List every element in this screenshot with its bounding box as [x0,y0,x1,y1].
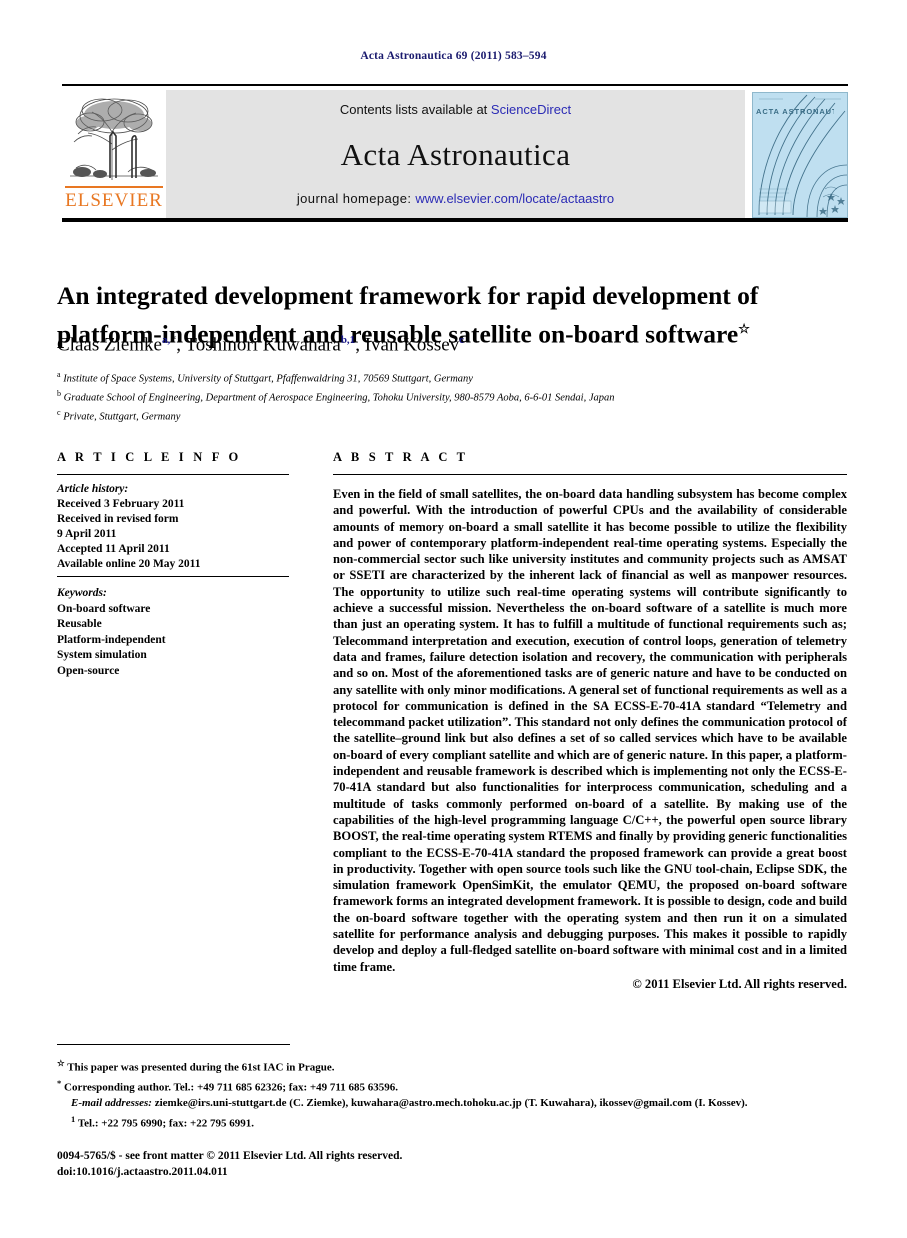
keyword-item: Open-source [57,664,120,677]
masthead-bottom-rule [62,218,848,222]
footnotes-block: ☆ This paper was presented during the 61… [57,1056,847,1132]
author-name: Ivan Kossev [364,334,460,356]
keyword-item: Reusable [57,618,102,630]
affiliation-marker: a [57,370,61,379]
abstract-copyright: © 2011 Elsevier Ltd. All rights reserved… [632,976,847,991]
author-affiliation-marker: a, [162,334,171,346]
history-item: Received in revised form [57,513,179,525]
article-history-block: Article history: Received 3 February 201… [57,482,289,572]
article-history-rule [57,576,289,577]
history-item: Accepted 11 April 2011 [57,543,170,555]
footnote-note-1: 1 Tel.: +22 795 6990; fax: +22 795 6991. [57,1112,847,1132]
elsevier-wordmark: ELSEVIER [65,190,163,211]
doi-line[interactable]: doi:10.1016/j.actaastro.2011.04.011 [57,1164,657,1180]
history-item: 9 April 2011 [57,528,117,540]
corresponding-author-marker[interactable]: * [170,332,176,346]
history-item: Available online 20 May 2011 [57,558,201,570]
keyword-item: Platform-independent [57,633,166,646]
footnote-separator [57,1044,290,1045]
contents-prefix: Contents lists available at [339,102,491,117]
abstract-column: A B S T R A C T Even in the field of sma… [333,450,847,992]
elsevier-tree-icon [66,92,162,184]
issn-front-matter: 0094-5765/$ - see front matter © 2011 El… [57,1150,403,1162]
elsevier-rule [65,186,163,188]
masthead-band: Contents lists available at ScienceDirec… [166,90,745,218]
affiliation-marker: b [57,389,61,398]
article-info-column: A R T I C L E I N F O Article history: R… [57,450,289,679]
homepage-label: journal homepage: [296,191,416,206]
author-affiliation-marker: b,1 [340,334,356,346]
article-info-rule [57,474,289,475]
footnote-corresponding-text: Corresponding author. Tel.: +49 711 685 … [64,1081,399,1094]
author-name: Toshinori Kuwahara [185,334,341,356]
running-head: Acta Astronautica 69 (2011) 583–594 [360,50,547,62]
footnote-star-text: This paper was presented during the 61st… [67,1061,335,1074]
cover-journal-title: ACTA ASTRONAUTICA [756,107,834,116]
email-addresses-label: E-mail addresses: [71,1097,152,1110]
paper-page: Acta Astronautica 69 (2011) 583–594 ELSE… [0,0,907,1238]
affiliation-item: b Graduate School of Engineering, Depart… [57,387,847,406]
affiliation-text: Institute of Space Systems, University o… [63,373,473,385]
footnote-one-marker: 1 [71,1113,76,1124]
journal-homepage-line: journal homepage: www.elsevier.com/locat… [166,191,745,206]
affiliation-marker: c [57,408,61,417]
footnote-note-1-text: Tel.: +22 795 6990; fax: +22 795 6991. [77,1117,255,1130]
affiliation-text: Private, Stuttgart, Germany [63,411,181,423]
footnote-title-note: ☆ This paper was presented during the 61… [57,1056,847,1076]
history-item: Received 3 February 2011 [57,498,185,510]
author-list: Claas Ziemkea,*, Toshinori Kuwaharab,1, … [57,332,465,356]
footnote-asterisk-marker: * [57,1078,62,1089]
article-info-heading: A R T I C L E I N F O [57,450,242,464]
elsevier-logo: ELSEVIER [62,90,166,218]
sciencedirect-link[interactable]: ScienceDirect [491,102,571,117]
affiliation-item: c Private, Stuttgart, Germany [57,406,847,425]
email-addresses-text[interactable]: ziemke@irs.uni-stuttgart.de (C. Ziemke),… [152,1097,748,1109]
journal-masthead: ELSEVIER Contents lists available at Sci… [62,84,848,222]
abstract-heading: A B S T R A C T [333,450,469,464]
keyword-item: On-board software [57,602,151,615]
keywords-block: Keywords: On-board software Reusable Pla… [57,586,289,679]
contents-available-line: Contents lists available at ScienceDirec… [166,102,745,117]
affiliation-text: Graduate School of Engineering, Departme… [63,392,615,404]
footnote-emails: E-mail addresses: ziemke@irs.uni-stuttga… [57,1096,847,1112]
abstract-text: Even in the field of small satellites, t… [333,487,847,974]
journal-cover-thumbnail: ACTA ASTRONAUTICA [745,90,848,218]
author-name: Claas Ziemke [57,334,162,356]
affiliation-list: a Institute of Space Systems, University… [57,368,847,425]
article-history-label: Article history: [57,483,129,495]
keywords-label: Keywords: [57,587,107,599]
imprint-block: 0094-5765/$ - see front matter © 2011 El… [57,1148,657,1180]
journal-title: Acta Astronautica [340,137,571,172]
footnote-star-marker: ☆ [57,1058,65,1068]
keyword-item: System simulation [57,649,147,661]
author-affiliation-marker: c [459,334,465,346]
affiliation-item: a Institute of Space Systems, University… [57,368,847,387]
abstract-rule [333,474,847,475]
homepage-url-link[interactable]: www.elsevier.com/locate/actaastro [415,191,614,206]
footnote-corresponding-author: * Corresponding author. Tel.: +49 711 68… [57,1076,847,1096]
